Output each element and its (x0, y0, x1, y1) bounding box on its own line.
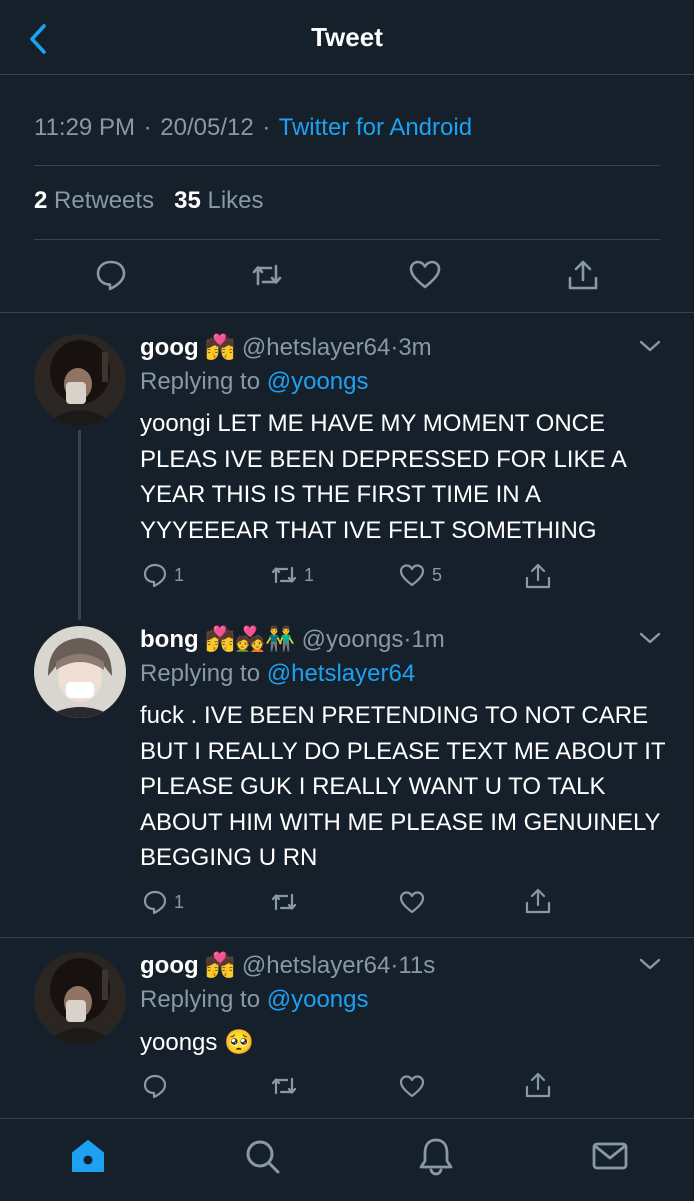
tweet-date: 20/05/12 (160, 114, 254, 141)
like-heart-icon[interactable] (408, 258, 442, 292)
name-emoji: 💏 (205, 334, 236, 361)
chevron-down-icon[interactable] (638, 952, 662, 976)
share-icon[interactable] (524, 1071, 552, 1099)
chevron-down-icon[interactable] (638, 334, 662, 358)
like-action[interactable] (398, 889, 432, 915)
reply-header: bong 💏💑👬 @yoongs·1m (140, 626, 445, 653)
reply-text: yoongs 🥺 (140, 1029, 254, 1056)
replying-label: Replying to (140, 660, 261, 687)
home-icon[interactable] (68, 1136, 108, 1176)
name-emoji: 💏 (205, 952, 236, 979)
heart-icon (398, 562, 426, 588)
display-name[interactable]: bong (140, 626, 199, 653)
avatar[interactable] (34, 626, 126, 718)
name-emoji: 💏💑👬 (205, 626, 295, 653)
avatar[interactable] (34, 334, 126, 426)
reply-action[interactable]: 1 (142, 562, 184, 588)
retweet-icon[interactable] (250, 258, 284, 292)
likes-stat[interactable]: 35 Likes (174, 187, 263, 214)
page-title: Tweet (311, 22, 383, 52)
heart-icon (398, 889, 426, 915)
retweet-action[interactable]: 1 (270, 562, 314, 588)
like-count: 5 (432, 564, 443, 585)
reply-header: goog 💏 @hetslayer64·3m (140, 334, 432, 361)
retweet-icon (270, 562, 298, 588)
reply-icon[interactable] (94, 258, 128, 292)
divider (34, 239, 660, 240)
replying-to-link[interactable]: @yoongs (267, 368, 369, 395)
replying-to-link[interactable]: @yoongs (267, 986, 369, 1013)
tweet-client-link[interactable]: Twitter for Android (279, 114, 472, 141)
notifications-bell-icon[interactable] (416, 1136, 456, 1176)
avatar[interactable] (34, 952, 126, 1044)
thread-connector-line (78, 430, 81, 620)
retweet-action[interactable] (270, 889, 304, 915)
retweets-stat[interactable]: 2 Retweets (34, 187, 154, 214)
tweet-time: 11:29 PM (34, 114, 135, 141)
divider (34, 165, 660, 166)
replying-label: Replying to (140, 986, 261, 1013)
reply-time: 11s (398, 952, 436, 979)
search-icon[interactable] (242, 1136, 282, 1176)
display-name[interactable]: goog (140, 334, 199, 361)
chevron-down-icon[interactable] (638, 626, 662, 650)
replying-to: Replying to @yoongs (140, 986, 369, 1014)
reply-icon (142, 1073, 168, 1099)
reply-time: 3m (398, 334, 432, 361)
user-handle[interactable]: @yoongs (302, 626, 404, 653)
reply-text: fuck . IVE BEEN PRETENDING TO NOT CARE B… (140, 702, 666, 871)
replying-label: Replying to (140, 368, 261, 395)
user-handle[interactable]: @hetslayer64 (242, 952, 390, 979)
reply-action[interactable] (142, 1073, 168, 1099)
likes-label: Likes (207, 187, 264, 214)
display-name[interactable]: goog (140, 952, 199, 979)
likes-count: 35 (174, 187, 201, 214)
messages-envelope-icon[interactable] (590, 1136, 630, 1176)
user-handle[interactable]: @hetslayer64 (242, 334, 390, 361)
retweet-icon (270, 1073, 298, 1099)
divider (0, 937, 694, 938)
reply-count: 1 (174, 891, 185, 912)
share-icon[interactable] (524, 562, 552, 590)
replying-to-link[interactable]: @hetslayer64 (267, 660, 415, 687)
heart-icon (398, 1073, 426, 1099)
divider (0, 312, 694, 313)
retweet-count: 1 (304, 564, 315, 585)
reply-icon (142, 889, 168, 915)
tweet-stats: 2 Retweets 35 Likes (34, 187, 264, 215)
like-action[interactable]: 5 (398, 562, 442, 588)
retweet-action[interactable] (270, 1073, 298, 1099)
reply-time: 1m (411, 626, 445, 653)
share-icon[interactable] (566, 258, 600, 292)
retweets-label: Retweets (54, 187, 155, 214)
retweet-icon (270, 889, 298, 915)
retweets-count: 2 (34, 187, 48, 214)
reply-text: yoongi LET ME HAVE MY MOMENT ONCE PLEAS … (140, 410, 626, 544)
replying-to: Replying to @hetslayer64 (140, 660, 415, 688)
reply-count: 1 (174, 564, 185, 585)
tweet-meta: 11:29 PM · 20/05/12 · Twitter for Androi… (34, 114, 473, 141)
reply-header: goog 💏 @hetslayer64·11s (140, 952, 436, 979)
replying-to: Replying to @yoongs (140, 368, 369, 396)
like-action[interactable] (398, 1073, 426, 1099)
share-icon[interactable] (524, 887, 552, 915)
reply-icon (142, 562, 168, 588)
reply-action[interactable]: 1 (142, 889, 184, 915)
